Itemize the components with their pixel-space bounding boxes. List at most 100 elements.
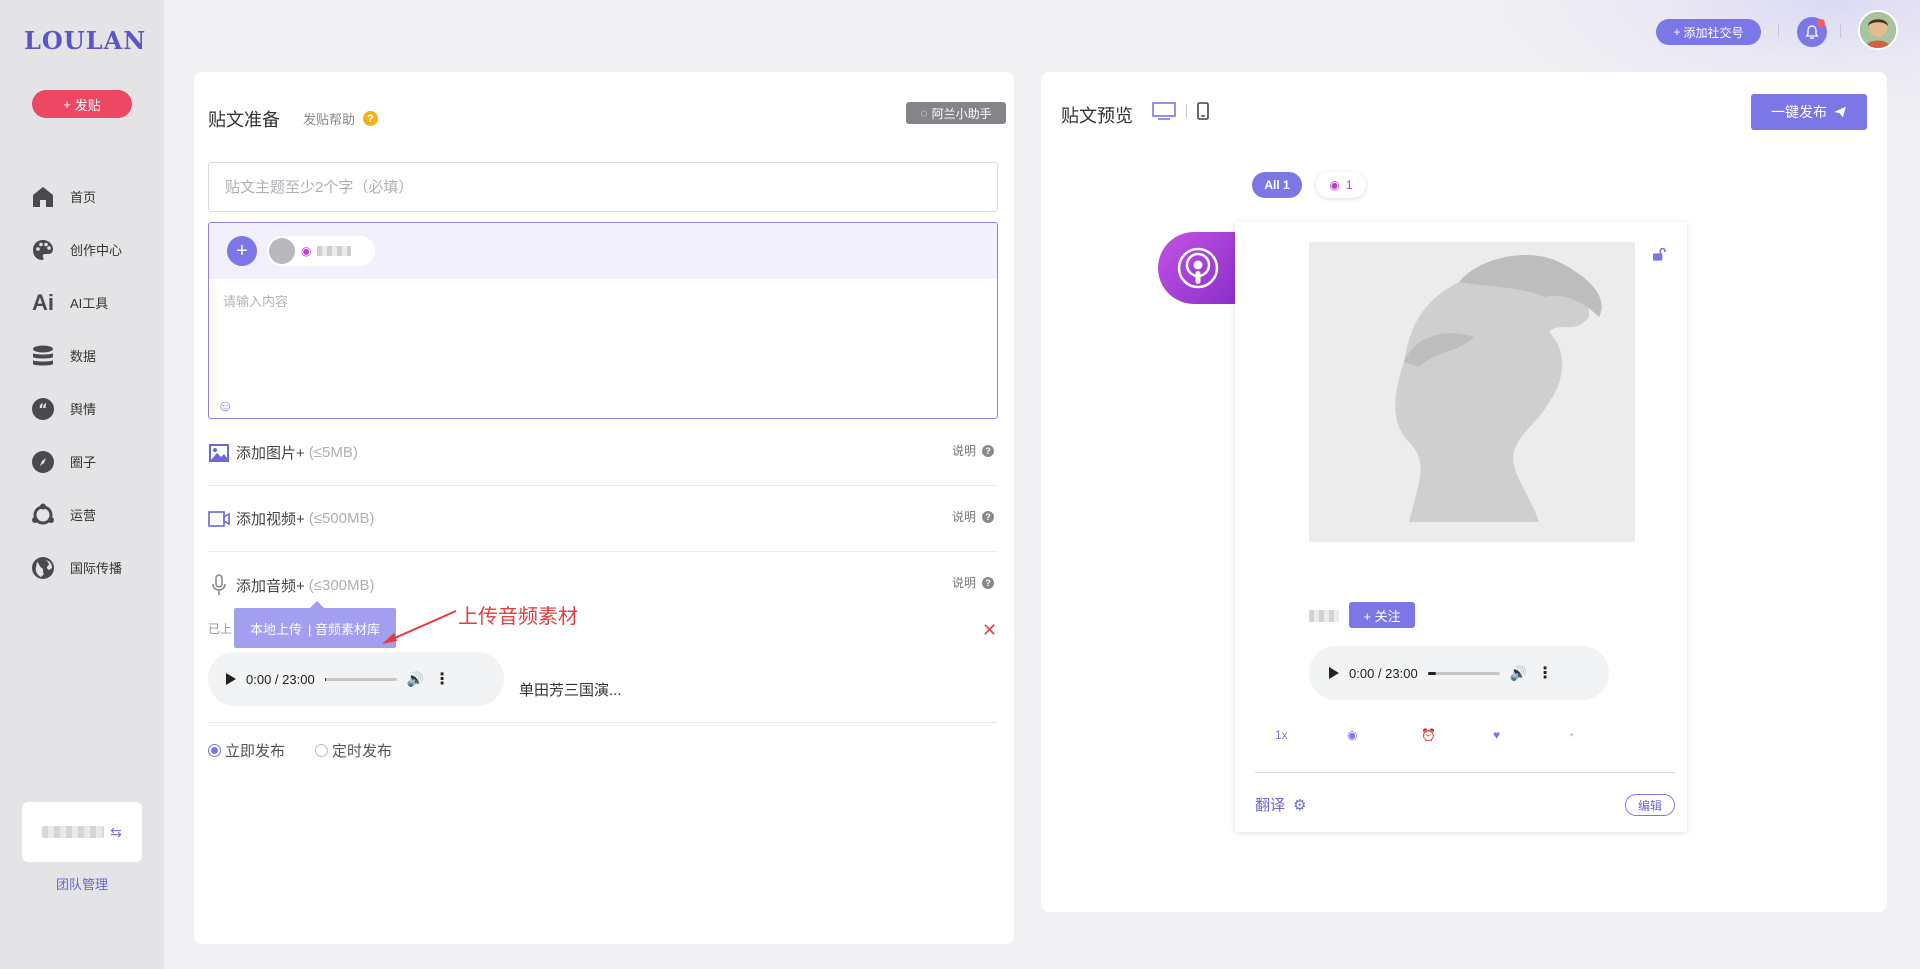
- account-selector: + ◉: [209, 223, 997, 279]
- mobile-icon[interactable]: [1197, 102, 1209, 120]
- filter-all-tab[interactable]: All 1: [1252, 172, 1302, 198]
- content-editor[interactable]: + ◉ 请输入内容 ☺: [208, 222, 998, 419]
- add-video-row[interactable]: 添加视频+ (≤500MB) 说明?: [208, 486, 998, 552]
- playback-controls: 1x ◉ ⏰ ♥ ◔: [1235, 722, 1687, 752]
- play-icon[interactable]: [226, 673, 236, 685]
- speed-button[interactable]: 1x: [1275, 728, 1288, 742]
- compass-icon: [30, 449, 56, 475]
- more-options-icon[interactable]: ⋮: [1537, 663, 1553, 683]
- notification-bell-button[interactable]: [1797, 17, 1827, 47]
- audio-progress-fill: [1427, 671, 1437, 675]
- svg-text:“: “: [38, 402, 47, 418]
- add-account-button[interactable]: +: [227, 236, 257, 266]
- new-post-button[interactable]: + 发贴: [32, 90, 132, 118]
- microphone-icon: [208, 574, 230, 596]
- podcast-icon: ◉: [1329, 178, 1340, 192]
- post-help-link[interactable]: 发贴帮助 ?: [303, 109, 379, 128]
- divider: [1186, 104, 1187, 118]
- video-size-limit: (≤500MB): [308, 510, 375, 527]
- send-icon: [1834, 106, 1846, 118]
- home-icon: [30, 184, 56, 210]
- volume-icon[interactable]: 🔊: [407, 671, 424, 688]
- plus-icon: +: [63, 96, 71, 112]
- close-icon[interactable]: ✕: [982, 620, 997, 641]
- add-image-row[interactable]: 添加图片+ (≤5MB) 说明?: [208, 420, 998, 486]
- sidebar-item-ai-tools[interactable]: Ai AI工具: [0, 276, 164, 329]
- add-social-account-button[interactable]: + 添加社交号: [1656, 19, 1761, 45]
- audio-progress-track[interactable]: [1427, 671, 1500, 675]
- desktop-icon[interactable]: [1152, 102, 1176, 120]
- sidebar-item-creation[interactable]: 创作中心: [0, 223, 164, 276]
- sidebar-item-international[interactable]: 国际传播: [0, 541, 164, 594]
- sidebar-item-data[interactable]: 数据: [0, 329, 164, 382]
- video-note[interactable]: 说明?: [952, 508, 994, 525]
- audio-progress-track[interactable]: [324, 677, 397, 681]
- divider: [1255, 772, 1675, 773]
- swap-icon: ⇆: [110, 823, 122, 840]
- logo[interactable]: LOULAN: [24, 26, 146, 55]
- bell-icon: [1805, 25, 1819, 39]
- plus-icon: +: [1673, 25, 1681, 39]
- heart-icon[interactable]: ♥: [1493, 728, 1500, 742]
- assistant-button[interactable]: ◌ 阿兰小助手: [906, 102, 1006, 124]
- volume-icon[interactable]: 🔊: [1510, 665, 1527, 682]
- local-upload-option[interactable]: 本地上传: [250, 619, 302, 638]
- post-editor-panel: 贴文准备 发贴帮助 ? ◌ 阿兰小助手 + ◉ 请输入内容 ☺ 添加图片+ (≤…: [194, 72, 1014, 944]
- preview-post-card: + 关注 0:00 / 23:00 🔊 ⋮ 1x ◉ ⏰ ♥ ◔ 翻译 ⚙ 编辑: [1235, 222, 1687, 832]
- add-social-label: 添加社交号: [1683, 25, 1744, 40]
- translate-button[interactable]: 翻译 ⚙: [1255, 794, 1306, 815]
- new-post-label: 发贴: [74, 97, 101, 113]
- sidebar-item-label: 创作中心: [70, 243, 123, 258]
- globe-icon: [30, 555, 56, 581]
- unlock-icon[interactable]: [1651, 246, 1667, 265]
- one-click-publish-button[interactable]: 一键发布: [1751, 94, 1867, 130]
- audio-note[interactable]: 说明?: [952, 574, 994, 591]
- podcast-icon: [1177, 247, 1219, 289]
- follow-button[interactable]: + 关注: [1349, 602, 1415, 628]
- sidebar-item-sentiment[interactable]: “ 舆情: [0, 382, 164, 435]
- post-title-input[interactable]: [208, 162, 998, 212]
- image-icon: [208, 442, 230, 464]
- divider: [208, 722, 998, 723]
- content-textarea[interactable]: 请输入内容: [223, 291, 288, 310]
- emoji-icon[interactable]: ☺: [217, 398, 233, 416]
- audio-time: 0:00 / 23:00: [1349, 665, 1418, 681]
- sidebar-item-operations[interactable]: 运营: [0, 488, 164, 541]
- alarm-clock-icon[interactable]: ⏰: [1421, 728, 1436, 742]
- post-cover-image: [1309, 242, 1635, 542]
- post-help-label: 发贴帮助: [303, 112, 356, 127]
- filter-podcast-tab[interactable]: ◉ 1: [1316, 172, 1366, 198]
- audio-library-option[interactable]: | 音频素材库: [308, 619, 380, 638]
- user-avatar[interactable]: [1858, 10, 1898, 50]
- add-image-label: 添加图片+: [236, 445, 305, 462]
- timer-icon[interactable]: ◔: [1567, 728, 1574, 742]
- edit-button[interactable]: 编辑: [1625, 794, 1675, 816]
- image-note[interactable]: 说明?: [952, 442, 994, 459]
- add-audio-label: 添加音频+: [236, 577, 305, 595]
- publish-now-radio[interactable]: 立即发布: [208, 740, 285, 761]
- podcast-icon[interactable]: ◉: [1347, 728, 1357, 742]
- play-icon[interactable]: [1329, 667, 1339, 679]
- uploaded-label: 已上: [208, 622, 233, 636]
- sidebar-item-home[interactable]: 首页: [0, 170, 164, 223]
- add-video-label: 添加视频+: [236, 511, 305, 528]
- post-preview-panel: 贴文预览 一键发布 All 1 ◉ 1 + 关注 0:00 / 23:00 🔊 …: [1041, 72, 1887, 912]
- audio-player[interactable]: 0:00 / 23:00 🔊 ⋮: [208, 652, 504, 706]
- audio-file-name: 单田芳三国演...: [519, 682, 622, 699]
- radio-selected-icon: [208, 744, 221, 757]
- selected-account-chip[interactable]: ◉: [267, 236, 375, 266]
- team-switcher[interactable]: ⇆: [22, 802, 142, 862]
- more-options-icon[interactable]: ⋮: [434, 669, 450, 689]
- settings-gear-icon[interactable]: ⚙: [1293, 796, 1306, 814]
- audio-size-limit: (≤300MB): [308, 576, 375, 594]
- team-management-link[interactable]: 团队管理: [0, 874, 164, 893]
- preview-audio-player[interactable]: 0:00 / 23:00 🔊 ⋮: [1309, 646, 1609, 700]
- translate-label: 翻译: [1255, 797, 1286, 814]
- publish-now-label: 立即发布: [225, 743, 286, 760]
- sidebar-item-circles[interactable]: 圈子: [0, 435, 164, 488]
- palette-icon: [30, 237, 56, 263]
- audio-time: 0:00 / 23:00: [246, 671, 315, 687]
- sidebar: LOULAN + 发贴 首页 创作中心 Ai AI工具 数据 “ 舆情 圈子 运…: [0, 0, 164, 969]
- question-icon: ?: [982, 444, 994, 457]
- publish-scheduled-radio[interactable]: 定时发布: [315, 740, 392, 761]
